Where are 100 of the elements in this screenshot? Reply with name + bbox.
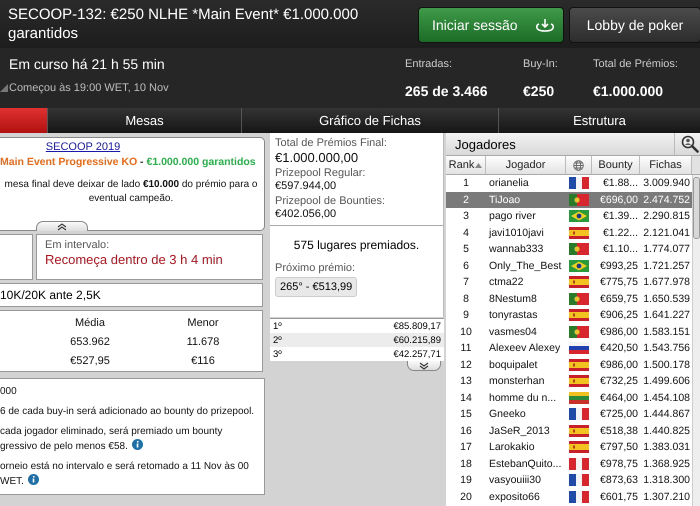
promo-text: mesa final deve deixar de lado €10.000 do prémio para o eventual campeão. <box>4 178 258 206</box>
table-cell-text: 653.962 <box>69 336 111 348</box>
player-name: homme du n... <box>488 390 558 406</box>
scrollbar[interactable] <box>692 175 700 506</box>
rank-cell-text: 17 <box>459 440 473 456</box>
chips-cell-text: 1.499.606 <box>642 374 691 390</box>
table-row[interactable]: 13 monsterhan €732,25 1.499.606 <box>446 373 692 390</box>
rank-cell-text: 19 <box>459 473 473 488</box>
chips-cell-text: 1.677.978 <box>642 275 691 290</box>
table-row[interactable]: 1 orianelia €1.88... 3.009.940 <box>446 175 692 192</box>
lobby-button[interactable]: Lobby de poker <box>569 7 700 43</box>
rank-cell-text: 18 <box>459 456 473 472</box>
flag-icon <box>569 260 589 272</box>
flag-icon <box>569 342 589 354</box>
table-row[interactable]: 20 exposito66 €601,75 1.307.210 <box>446 488 692 505</box>
table-cell-text: €116 <box>190 355 216 367</box>
bounty-cell-text: €986,00 <box>599 358 639 373</box>
panel-title: Jogadores <box>454 136 517 154</box>
bounty-cell-text: €1.39... <box>602 209 639 224</box>
panel-background <box>0 234 33 280</box>
column-header[interactable]: Fichas <box>640 156 692 175</box>
note-text: 6 de cada buy-in será adicionado ao bounty do prizepool. <box>0 406 254 417</box>
table-row[interactable]: 5 wannab333 €1.10... 1.774.077 <box>446 241 692 258</box>
tab[interactable]: Mesas <box>47 108 241 133</box>
stat-label: Entradas: <box>405 57 454 70</box>
collapse-button[interactable] <box>36 221 88 231</box>
flag-icon <box>569 177 589 190</box>
column-header[interactable]: Rank <box>446 156 486 175</box>
column-header[interactable]: Bounty <box>592 156 640 175</box>
table-row[interactable]: 8 8Nestum8 €659,75 1.650.539 <box>446 290 692 307</box>
flag-icon <box>569 441 589 454</box>
chips-cell-text: 1.500.178 <box>642 358 691 373</box>
rank-cell-text: 16 <box>459 424 473 439</box>
table-row[interactable]: 6 Only_The_Best €993,25 1.721.257 <box>446 258 692 274</box>
table-row[interactable]: 16 JaSeR_2013 €518,38 1.440.825 <box>446 422 692 439</box>
table-row[interactable]: 10 vasmes04 €986,00 1.583.151 <box>446 324 692 340</box>
chips-cell-text: 1.543.756 <box>642 341 691 356</box>
note-text: cada jogador eliminado, será premiado um bounty gressivo de pelo menos €58. <box>0 426 222 452</box>
double-chevron-up-icon <box>57 222 67 230</box>
break-label: Em intervalo: <box>45 239 110 251</box>
expand-button[interactable] <box>407 361 441 371</box>
bounty-cell-text: €659,75 <box>599 292 639 307</box>
rank-cell-text: 2 <box>462 192 470 208</box>
tab[interactable]: Gráfico de Fichas <box>241 108 498 133</box>
table-row[interactable]: 18 EstebanQuito... €978,75 1.368.925 <box>446 456 692 472</box>
bounty-cell-text: €775,75 <box>599 275 639 290</box>
chips-cell-text: 1.454.108 <box>642 390 691 406</box>
table-row[interactable]: 12 boquipalet €986,00 1.500.178 <box>446 356 692 373</box>
tournament-title: SECOOP-132: €250 NLHE *Main Event* €1.000.000 garantidos <box>7 5 360 43</box>
login-button[interactable]: Iniciar sessão <box>418 7 564 43</box>
tab[interactable]: Estrutura <box>498 108 700 133</box>
stat-value: €250 <box>523 82 554 99</box>
table-row[interactable]: 11 Alexeev Alexey €420,50 1.543.756 <box>446 340 692 356</box>
table-cell-text: €527,95 <box>69 355 111 367</box>
rank-cell-text: 8 <box>462 292 470 307</box>
player-name: boquipalet <box>488 358 538 373</box>
table-row[interactable]: 7 ctma22 €775,75 1.677.978 <box>446 274 692 290</box>
table-row[interactable]: 3 pago river €1.39... 2.290.815 <box>446 208 692 224</box>
chips-cell-text: 2.121.041 <box>642 226 691 241</box>
column-header[interactable]: Jogador <box>486 156 566 175</box>
chips-cell-text: 2.474.752 <box>642 192 691 208</box>
rank-cell-text: 9 <box>462 308 470 324</box>
table-row[interactable]: 17 Larokakio €797,50 1.383.031 <box>446 439 692 456</box>
column-header[interactable] <box>566 156 592 175</box>
table-row[interactable]: 9 tonyrastas €906,25 1.641.227 <box>446 307 692 324</box>
chips-cell-text: 1.318.300 <box>642 473 691 488</box>
bounty-cell-text: €725,00 <box>599 407 639 422</box>
start-time: Começou às 19:00 WET, 10 Nov <box>8 82 169 94</box>
table-row[interactable]: 2 TiJoao €696,00 2.474.752 <box>446 192 692 208</box>
chips-cell-text: 1.650.539 <box>642 292 691 307</box>
player-name: JaSeR_2013 <box>488 424 551 439</box>
table-row[interactable]: 19 vasyouiii30 €873,63 1.318.300 <box>446 472 692 488</box>
bounty-cell-text: €518,38 <box>599 424 639 439</box>
search-button[interactable] <box>674 133 700 155</box>
event-headline: Main Event Progressive KO - €1.000.000 garantidos <box>0 156 257 168</box>
column-header: Menor <box>186 317 220 329</box>
elapsed-time: Em curso há 21 h 55 min <box>8 55 166 72</box>
event-link[interactable]: SECOOP 2019 <box>46 141 120 153</box>
flag-icon <box>569 326 589 338</box>
bounty-cell-text: €797,50 <box>599 440 639 456</box>
chips-cell-text: 1.368.925 <box>642 456 691 472</box>
place-amount: €60.215,89 <box>393 334 441 346</box>
player-name: javi1010javi <box>488 226 545 241</box>
bounty-cell-text: €906,25 <box>599 308 639 324</box>
chips-cell-text: 1.444.867 <box>642 407 691 422</box>
table-row[interactable]: 4 javi1010javi €1.22... 2.121.041 <box>446 224 692 241</box>
player-name: Only_The_Best <box>488 258 562 274</box>
pool-value: €1.000.000,00 <box>275 150 360 165</box>
bounty-cell-text: €1.22... <box>602 226 639 241</box>
flag-icon <box>569 458 589 470</box>
rank-cell-text: 7 <box>462 275 470 290</box>
flag-icon <box>569 276 589 288</box>
rank-cell-text: 6 <box>462 258 470 274</box>
table-row[interactable]: 14 homme du n... €464,00 1.454.108 <box>446 390 692 406</box>
stat-label: Total de Prémios: <box>593 57 679 70</box>
rank-cell-text: 14 <box>459 390 473 406</box>
rank-cell-text: 3 <box>462 209 470 224</box>
pool-label: Total de Prémios Final: <box>275 137 388 150</box>
scrollbar-thumb[interactable] <box>693 177 700 239</box>
table-row[interactable]: 15 Gneeko €725,00 1.444.867 <box>446 406 692 422</box>
